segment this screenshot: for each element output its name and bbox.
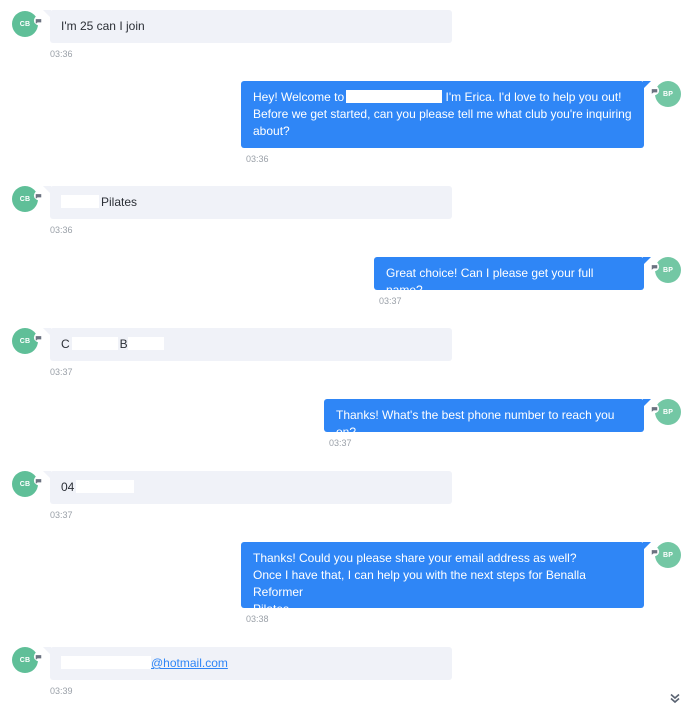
redacted-text bbox=[71, 337, 118, 350]
agent-avatar: BP bbox=[649, 81, 681, 107]
message-text: Once I have that, I can help you with th… bbox=[253, 568, 586, 599]
avatar-initials: CB bbox=[19, 480, 31, 488]
contact-avatar: CB bbox=[12, 471, 44, 497]
message-text: Pilates. bbox=[253, 602, 293, 616]
outgoing-message: Great choice! Can I please get your full… bbox=[374, 257, 651, 297]
message-text: Thanks! Could you please share your emai… bbox=[253, 551, 577, 565]
message-timestamp: 03:36 bbox=[50, 225, 73, 235]
contact-avatar: CB bbox=[12, 11, 44, 37]
contact-avatar: CB bbox=[12, 328, 44, 354]
outgoing-message: Thanks! What's the best phone number to … bbox=[324, 399, 651, 439]
message-timestamp: 03:37 bbox=[379, 296, 402, 306]
avatar-initials: CB bbox=[19, 337, 31, 345]
avatar-initials: BP bbox=[662, 266, 674, 274]
double-chevron-down-icon[interactable] bbox=[666, 689, 684, 707]
contact-avatar: CB bbox=[12, 186, 44, 212]
message-text: C bbox=[61, 337, 70, 351]
avatar-initials: CB bbox=[19, 656, 31, 664]
avatar-initials: CB bbox=[19, 195, 31, 203]
message-text: about? bbox=[253, 124, 290, 138]
redacted-text bbox=[346, 90, 443, 103]
message-text: Before we get started, can you please te… bbox=[253, 107, 632, 121]
agent-avatar: BP bbox=[649, 399, 681, 425]
agent-avatar: BP bbox=[649, 542, 681, 568]
message-text: Great choice! Can I please get your full… bbox=[386, 266, 594, 297]
message-text: I'm 25 can I join bbox=[61, 19, 145, 33]
avatar-initials: BP bbox=[662, 90, 674, 98]
incoming-message: 04 bbox=[43, 471, 452, 504]
email-link[interactable]: @hotmail.com bbox=[151, 656, 228, 670]
avatar-initials: BP bbox=[662, 551, 674, 559]
message-timestamp: 03:37 bbox=[50, 510, 73, 520]
message-timestamp: 03:38 bbox=[246, 614, 269, 624]
incoming-message: I'm 25 can I join bbox=[43, 10, 452, 43]
incoming-message: CB bbox=[43, 328, 452, 361]
message-text: 04 bbox=[61, 480, 75, 494]
incoming-message: Pilates bbox=[43, 186, 452, 219]
message-text: I'm Erica. I'd love to help you out! bbox=[442, 90, 622, 104]
message-text: Pilates bbox=[101, 195, 138, 209]
avatar-initials: CB bbox=[19, 20, 31, 28]
message-timestamp: 03:39 bbox=[50, 686, 73, 696]
message-timestamp: 03:36 bbox=[50, 49, 73, 59]
message-timestamp: 03:37 bbox=[50, 367, 73, 377]
agent-avatar: BP bbox=[649, 257, 681, 283]
redacted-text bbox=[61, 656, 151, 669]
redacted-text bbox=[127, 337, 164, 350]
message-timestamp: 03:37 bbox=[329, 438, 352, 448]
message-text: Hey! Welcome to bbox=[253, 90, 345, 104]
redacted-text bbox=[76, 480, 135, 493]
outgoing-message: Thanks! Could you please share your emai… bbox=[241, 542, 651, 616]
redacted-text bbox=[61, 195, 99, 208]
message-text: B bbox=[119, 337, 128, 351]
avatar-initials: BP bbox=[662, 408, 674, 416]
incoming-message: @hotmail.com bbox=[43, 647, 452, 680]
message-timestamp: 03:36 bbox=[246, 154, 269, 164]
outgoing-message: Hey! Welcome to I'm Erica. I'd love to h… bbox=[241, 81, 651, 148]
contact-avatar: CB bbox=[12, 647, 44, 673]
message-text: Thanks! What's the best phone number to … bbox=[336, 408, 615, 439]
